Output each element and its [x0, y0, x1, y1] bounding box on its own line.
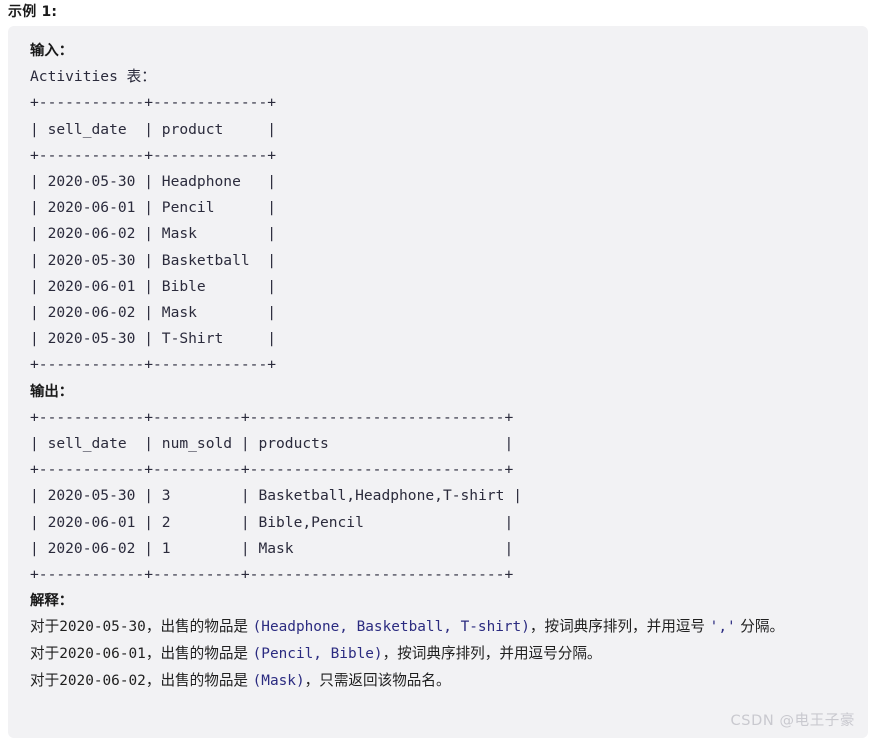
output-table-ascii: +------------+----------+---------------…: [30, 408, 523, 584]
explanation-line-2-date: 2020-06-01: [59, 646, 146, 663]
example-code-panel: 输入： Activities 表： +------------+--------…: [8, 26, 868, 738]
page-title: 示例 1:: [8, 4, 58, 20]
explanation-line-3-suffix: ，只需返回该物品名。: [304, 672, 451, 690]
explanation-line-2-suffix: ，按词典序排列，并用逗号分隔。: [382, 645, 602, 663]
explanation-line-1: 对于2020-05-30，出售的物品是 (Headphone, Basketba…: [30, 614, 830, 641]
explanation-line-2: 对于2020-06-01，出售的物品是 (Pencil, Bible)，按词典序…: [30, 641, 830, 668]
input-label: 输入：: [30, 43, 74, 59]
explanation-line-2-prefix: 对于: [30, 645, 60, 663]
explanation-line-3-mid: ，出售的物品是: [145, 672, 253, 690]
explanation-line-3: 对于2020-06-02，出售的物品是 (Mask)，只需返回该物品名。: [30, 668, 830, 695]
explanation-line-3-code: (Mask): [252, 673, 305, 690]
output-label: 输出：: [30, 383, 74, 400]
explanation-line-3-date: 2020-06-02: [59, 673, 146, 690]
document-page: 示例 1: 输入： Activities 表： +------------+--…: [0, 0, 877, 738]
explanation-line-1-date: 2020-05-30: [59, 619, 146, 636]
input-table-ascii: +------------+-------------+ | sell_date…: [30, 94, 277, 374]
explanation-line-3-prefix: 对于: [30, 672, 60, 690]
explanation-label: 解释：: [30, 593, 74, 610]
explanation-line-1-prefix: 对于: [30, 618, 60, 636]
input-table-caption: Activities 表：: [30, 68, 156, 86]
explanation-line-1-suffix: ，按词典序排列，并用逗号: [529, 618, 710, 636]
explanation-line-2-code: (Pencil, Bible): [252, 646, 383, 663]
csdn-watermark: CSDN @电王子豪: [730, 713, 855, 729]
explanation-line-1-end: 分隔。: [735, 618, 785, 636]
explanation-line-2-mid: ，出售的物品是: [145, 645, 253, 663]
explanation-line-1-code: (Headphone, Basketball, T-shirt): [252, 619, 530, 636]
explanation-line-1-mid: ，出售的物品是: [145, 618, 253, 636]
explanation-line-1-comma: ',': [709, 619, 736, 636]
